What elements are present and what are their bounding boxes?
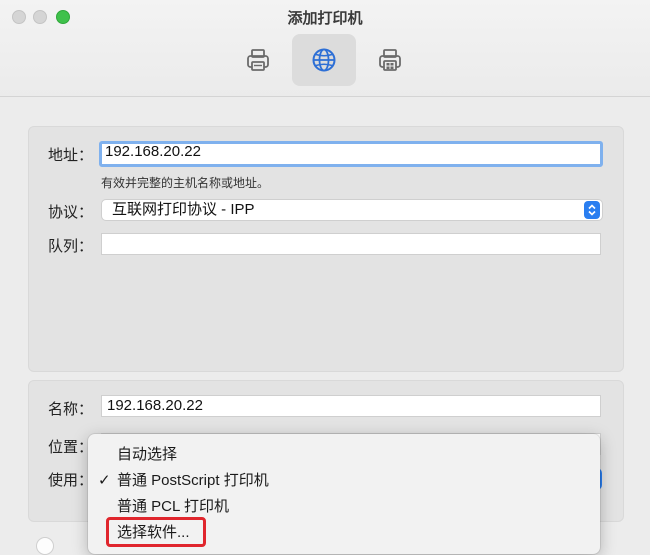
- use-label: 使用：: [48, 472, 94, 489]
- queue-label: 队列：: [48, 238, 94, 255]
- toolbar-windows-button[interactable]: [358, 34, 422, 86]
- protocol-label: 协议：: [48, 204, 94, 221]
- window-title: 添加打印机: [287, 10, 363, 27]
- toolbar-ip-button[interactable]: [292, 34, 356, 86]
- toolbar-default-printer-button[interactable]: [226, 34, 290, 86]
- address-label: 地址：: [48, 147, 94, 164]
- address-hint: 有效并完整的主机名称或地址。: [101, 176, 270, 190]
- help-button[interactable]: [36, 537, 54, 555]
- printer-icon: [247, 49, 269, 71]
- menu-item-label: 普通 PostScript 打印机: [117, 472, 269, 489]
- name-input[interactable]: 192.168.20.22: [101, 395, 601, 417]
- title-bar: 添加打印机: [0, 0, 650, 97]
- printer-windows-icon: [379, 49, 401, 71]
- checkmark-icon: ✓: [98, 472, 111, 489]
- location-label: 位置：: [48, 439, 94, 456]
- menu-item-generic-postscript[interactable]: ✓ 普通 PostScript 打印机: [88, 468, 600, 494]
- name-label: 名称：: [48, 401, 94, 418]
- address-input[interactable]: 192.168.20.22: [99, 141, 603, 167]
- globe-icon: [312, 48, 336, 72]
- protocol-select[interactable]: 互联网打印协议 - IPP: [101, 199, 603, 221]
- queue-input[interactable]: [101, 233, 601, 255]
- protocol-select-value: 互联网打印协议 - IPP: [112, 201, 255, 218]
- chevron-up-down-icon: [584, 201, 600, 219]
- menu-item-auto-select[interactable]: 自动选择: [88, 442, 600, 468]
- menu-item-label: 自动选择: [117, 446, 178, 463]
